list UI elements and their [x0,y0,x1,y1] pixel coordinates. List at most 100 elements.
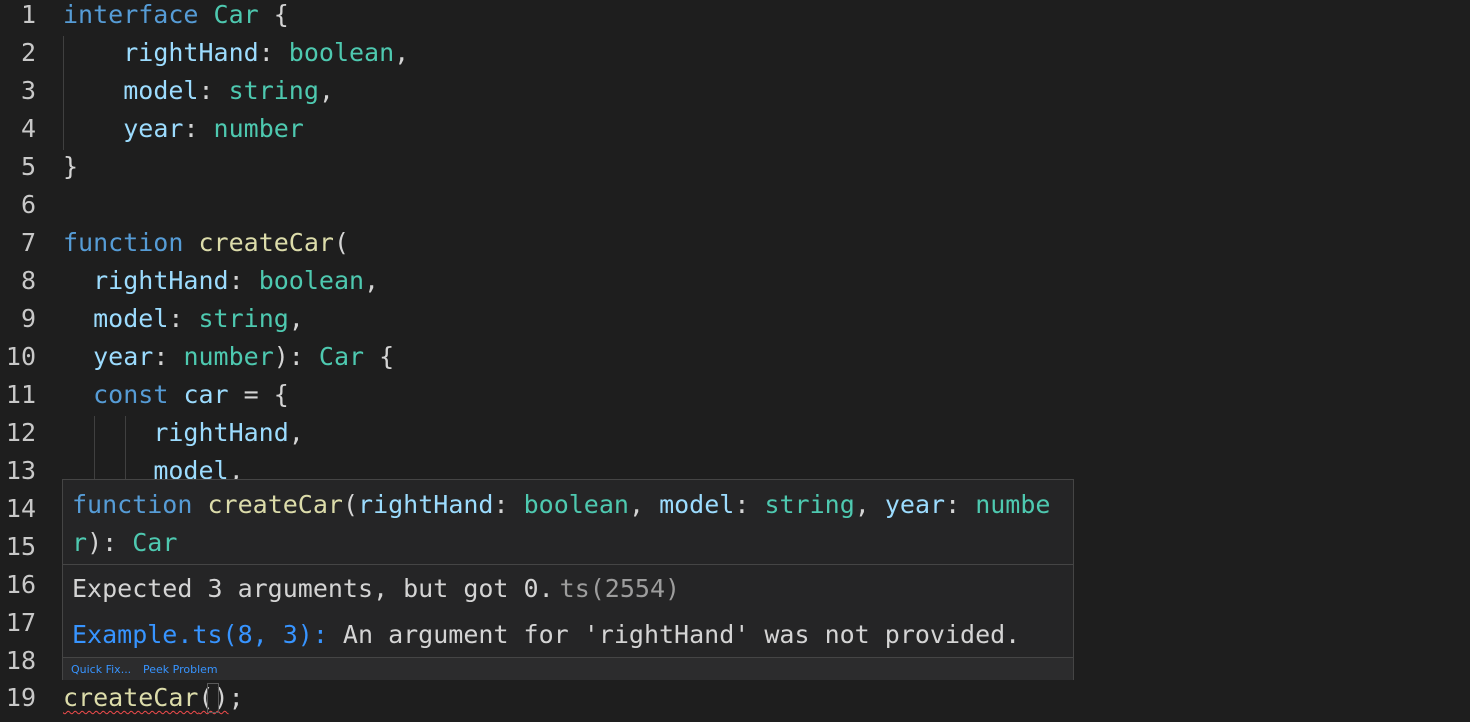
code-line[interactable]: 2 rightHand: boolean, [0,38,1470,76]
line-number: 18 [5,646,36,675]
code-token: string [228,76,319,105]
code-token: , [288,304,304,333]
indent-guide [125,416,126,480]
code-token: rightHand [153,418,289,447]
line-number: 17 [5,608,36,637]
code-line[interactable]: 1 interface Car { [0,0,1470,38]
code-token: year [93,342,154,371]
related-message: An argument for 'rightHand' was not prov… [327,620,1021,649]
signature-token: year [884,490,946,519]
signature-token: : [945,490,976,519]
code-token: number [213,114,304,143]
line-number: 1 [20,0,36,29]
code-token: : [258,38,289,67]
code-token: : [183,114,214,143]
peek-problem-button[interactable]: Peek Problem [143,663,218,676]
code-token: : [198,76,229,105]
line-number: 6 [20,190,36,219]
code-text[interactable]: model: string, [63,304,304,334]
error-message: Expected 3 arguments, but got 0. ts(2554) [72,574,680,604]
code-line[interactable]: 19 createCar(); [0,683,1470,721]
line-number: 7 [20,228,36,257]
code-token: ( [333,228,350,257]
line-number: 14 [5,494,36,523]
code-token: , [364,266,380,295]
line-number: 9 [20,304,36,333]
code-token: : [228,266,259,295]
code-token: createCar [198,228,334,257]
semicolon: ; [228,683,244,712]
hover-tooltip[interactable]: function createCar(rightHand: boolean, m… [62,479,1074,680]
code-text[interactable]: const car = { [63,380,289,410]
code-text[interactable]: rightHand, [63,418,304,448]
quick-fix-button[interactable]: Quick Fix... [71,663,131,676]
code-text[interactable]: rightHand: boolean, [63,266,379,296]
code-line[interactable]: 7 function createCar( [0,228,1470,266]
code-line[interactable]: 6 [0,190,1470,228]
line-number: 3 [20,76,36,105]
code-token: Car [318,342,365,371]
signature-token: , [854,490,885,519]
signature-token: boolean [523,490,629,519]
code-token: number [183,342,274,371]
code-line[interactable]: 3 model: string, [0,76,1470,114]
line-number: 19 [5,683,36,712]
signature-token: : [734,490,765,519]
code-text[interactable]: year: number [63,114,304,144]
signature-token: function [72,490,193,519]
code-token: = { [228,380,289,409]
code-text[interactable]: year: number): Car { [63,342,394,372]
code-text[interactable]: } [63,152,78,182]
code-token: function [63,228,184,257]
code-line[interactable]: 11 const car = { [0,380,1470,418]
signature-token: createCar [207,490,343,519]
signature-token: , [628,490,660,519]
signature-token: : [493,490,524,519]
related-location-link[interactable]: Example.ts(8, 3): [72,620,328,649]
code-token: : [168,304,199,333]
code-line[interactable]: 10 year: number): Car { [0,342,1470,380]
code-token: , [394,38,410,67]
line-number: 12 [5,418,36,447]
code-line[interactable]: 12 rightHand, [0,418,1470,456]
code-text[interactable]: model: string, [63,76,334,106]
code-line[interactable]: 4 year: number [0,114,1470,152]
code-token: string [198,304,289,333]
signature-token: rightHand [358,490,494,519]
line-number: 10 [5,342,36,371]
code-text[interactable]: rightHand: boolean, [63,38,409,68]
bracket-match-highlight [207,683,219,713]
code-line[interactable]: 5} [0,152,1470,190]
signature-token: model [659,490,735,519]
function-signature: function createCar(rightHand: boolean, m… [72,486,1067,562]
indent-guide [94,416,95,480]
code-line[interactable]: 8 rightHand: boolean, [0,266,1470,304]
line-number: 8 [20,266,36,295]
code-token: { [258,0,289,29]
code-token: model [123,76,199,105]
code-line[interactable]: 9 model: string, [0,304,1470,342]
code-token: : [153,342,184,371]
line-number: 4 [20,114,36,143]
code-token: year [123,114,184,143]
signature-token: ): [87,528,133,557]
code-token: boolean [258,266,365,295]
hover-actions-bar: Quick Fix... Peek Problem [63,657,1073,680]
code-token: , [318,76,334,105]
line-number: 15 [5,532,36,561]
function-call[interactable]: createCar [63,683,198,712]
line-number: 5 [20,152,36,181]
signature-token [192,490,207,519]
code-token: ): [273,342,319,371]
code-text[interactable]: interface Car { [63,0,289,30]
code-text[interactable]: function createCar( [63,228,349,258]
code-editor[interactable]: 1 interface Car { 2 rightHand: boolean, 3 m… [0,0,1470,722]
